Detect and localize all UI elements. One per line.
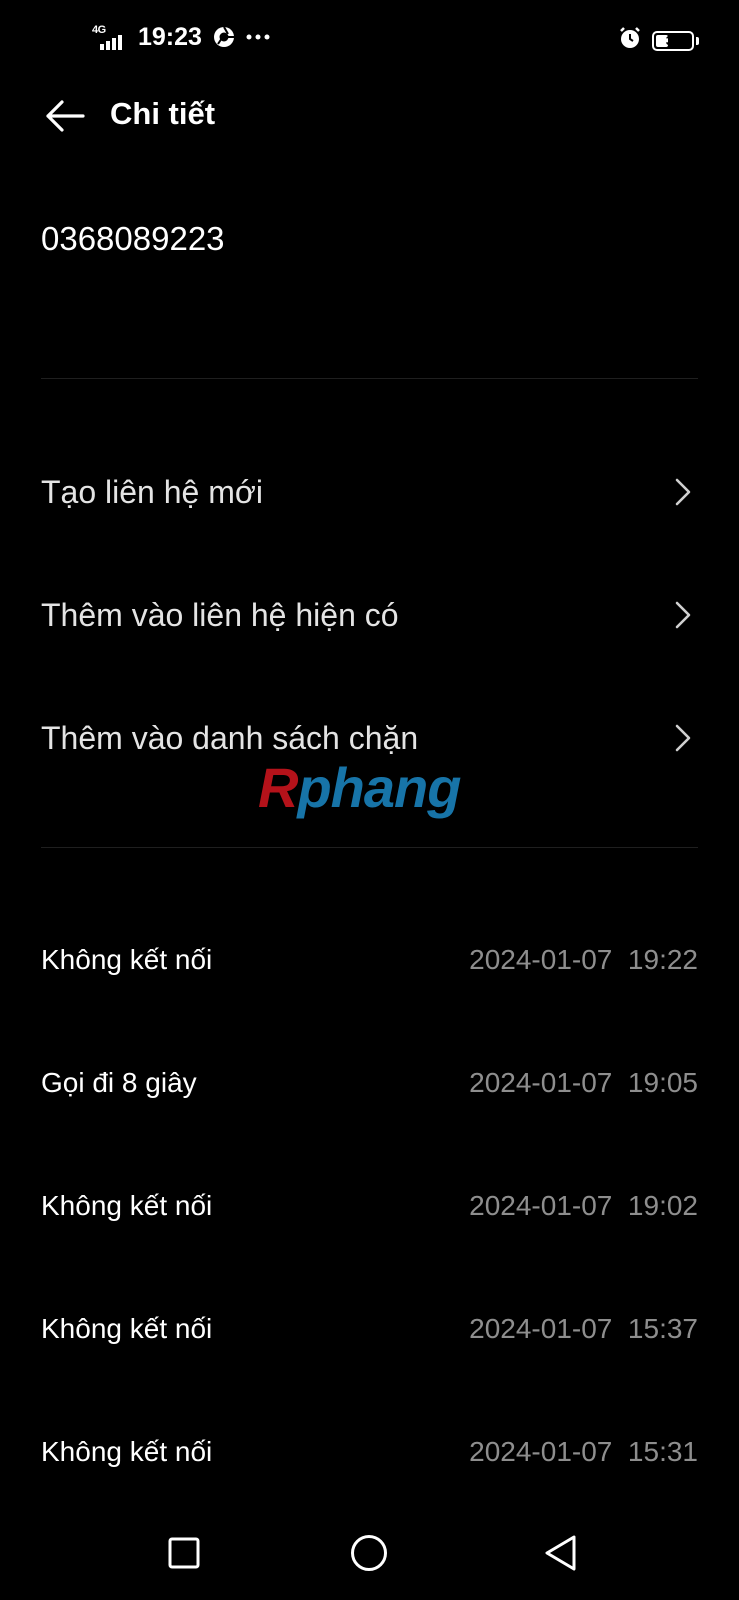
add-to-blocklist-label: Thêm vào danh sách chặn (41, 719, 419, 756)
back-button[interactable] (40, 94, 90, 138)
battery-level: 32 (665, 32, 681, 48)
call-log-row: Không kết nối 2024-01-07 15:31 (41, 1422, 698, 1482)
call-status: Không kết nối (41, 944, 213, 975)
phone-number[interactable]: 0368089223 (41, 220, 225, 258)
battery-tip (696, 36, 699, 45)
call-log-row: Không kết nối 2024-01-07 19:22 (41, 930, 698, 990)
vpn-shield-icon (212, 25, 236, 49)
signal-icon: 4G (92, 22, 132, 52)
call-status: Không kết nối (41, 1190, 213, 1221)
battery-icon: 32 (652, 30, 694, 51)
create-contact-label: Tạo liên hệ mới (41, 473, 263, 510)
alarm-icon (618, 26, 642, 55)
create-contact-item[interactable]: Tạo liên hệ mới (41, 432, 698, 552)
recents-button[interactable] (159, 1528, 209, 1578)
chevron-right-icon (668, 718, 698, 758)
watermark-rest: phang (297, 756, 461, 819)
arrow-left-icon (46, 100, 85, 132)
app-header: Chi tiết (0, 80, 739, 150)
call-timestamp: 2024-01-07 19:05 (469, 1067, 698, 1098)
more-dots-icon (246, 32, 270, 42)
home-circle-icon (351, 1535, 387, 1571)
system-nav-bar (0, 1500, 739, 1600)
call-log-row: Không kết nối 2024-01-07 19:02 (41, 1176, 698, 1236)
call-timestamp: 2024-01-07 15:37 (469, 1313, 698, 1344)
call-log-row: Không kết nối 2024-01-07 15:37 (41, 1299, 698, 1359)
add-to-existing-contact-item[interactable]: Thêm vào liên hệ hiện có (41, 555, 698, 675)
status-bar-left: 4G 19:23 (92, 22, 270, 52)
status-time: 19:23 (138, 22, 202, 51)
recents-square-icon (168, 1537, 200, 1569)
call-timestamp: 2024-01-07 15:31 (469, 1436, 698, 1467)
watermark-logo: Rphang (258, 755, 461, 820)
page-title: Chi tiết (110, 96, 216, 131)
call-status: Không kết nối (41, 1436, 213, 1467)
chevron-right-icon (668, 472, 698, 512)
call-timestamp: 2024-01-07 19:02 (469, 1190, 698, 1221)
chevron-right-icon (668, 595, 698, 635)
add-to-existing-contact-label: Thêm vào liên hệ hiện có (41, 596, 399, 633)
call-status: Gọi đi 8 giây (41, 1067, 197, 1098)
watermark-first-letter: R (258, 756, 298, 819)
home-button[interactable] (344, 1528, 394, 1578)
call-timestamp: 2024-01-07 19:22 (469, 944, 698, 975)
call-status: Không kết nối (41, 1313, 213, 1344)
divider (41, 847, 698, 848)
status-bar: 4G 19:23 32 (0, 0, 739, 80)
call-log-row: Gọi đi 8 giây 2024-01-07 19:05 (41, 1053, 698, 1113)
status-bar-right: 32 (618, 26, 699, 55)
back-triangle-icon (545, 1535, 576, 1571)
nav-back-button[interactable] (536, 1528, 586, 1578)
divider (41, 378, 698, 379)
